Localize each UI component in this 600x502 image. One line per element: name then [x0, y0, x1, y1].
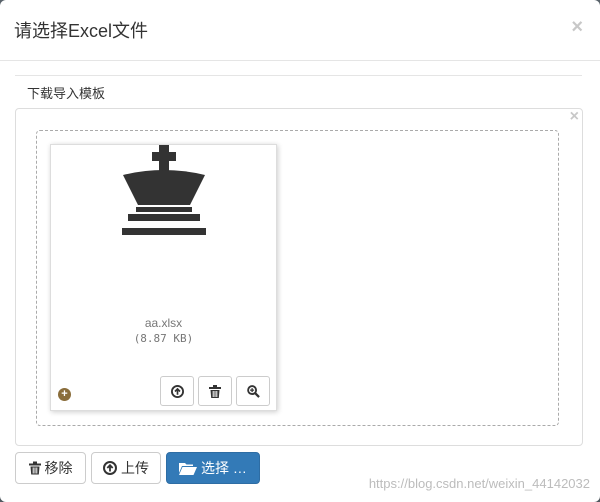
file-name: aa.xlsx: [144, 316, 183, 330]
trash-icon: [209, 384, 221, 398]
upload-file-button[interactable]: [160, 376, 194, 406]
drag-handle-icon[interactable]: +: [58, 388, 71, 401]
arrow-up-circle-icon: [170, 384, 184, 398]
chess-king-icon: [122, 145, 206, 235]
download-template-link[interactable]: 下载导入模板: [27, 83, 105, 102]
browse-button[interactable]: 选择 …: [166, 452, 260, 484]
remove-button-label: 移除: [44, 460, 73, 476]
file-size: (8.87 KB): [133, 332, 194, 345]
drop-zone[interactable]: aa.xlsx (8.87 KB) +: [36, 130, 559, 426]
file-input-box: × aa.xlsx (8.87 KB) +: [15, 108, 583, 446]
upload-button-label: 上传: [121, 460, 149, 476]
arrow-up-circle-icon: [103, 461, 117, 475]
modal-header: 请选择Excel文件 ×: [0, 0, 600, 61]
upload-button[interactable]: 上传: [91, 452, 161, 484]
file-thumbnail: aa.xlsx (8.87 KB) +: [50, 144, 277, 411]
close-dialog-button[interactable]: ×: [571, 17, 583, 37]
zoom-in-icon: [246, 384, 260, 398]
modal-title: 请选择Excel文件: [14, 21, 149, 41]
watermark: https://blog.csdn.net/weixin_44142032: [368, 476, 590, 491]
template-panel: 下载导入模板: [15, 75, 582, 105]
remove-file-button[interactable]: [198, 376, 232, 406]
modal-dialog: 请选择Excel文件 × 下载导入模板 × aa.xlsx (8.87 KB) …: [0, 0, 600, 502]
browse-button-label: 选择 …: [201, 460, 247, 476]
remove-button[interactable]: 移除: [15, 452, 86, 484]
zoom-file-button[interactable]: [236, 376, 270, 406]
folder-open-icon: [179, 463, 198, 475]
clear-files-button[interactable]: ×: [570, 109, 579, 125]
trash-icon: [28, 461, 41, 475]
